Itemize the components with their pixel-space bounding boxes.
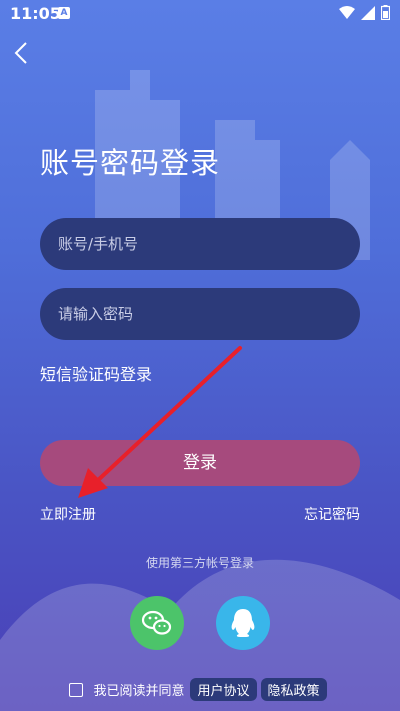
third-party-label: 使用第三方帐号登录 (145, 556, 254, 570)
qq-icon (231, 609, 255, 637)
battery-icon (381, 5, 390, 20)
signal-icon (361, 5, 375, 20)
sms-login-link[interactable]: 短信验证码登录 (40, 361, 152, 385)
status-bar: 11:05 A (0, 0, 400, 28)
login-button[interactable]: 登录 (40, 440, 360, 486)
wechat-icon (141, 610, 172, 635)
account-input[interactable] (40, 218, 360, 270)
wifi-icon (339, 5, 355, 19)
register-link[interactable]: 立即注册 (40, 504, 96, 524)
page-title: 账号密码登录 (40, 146, 221, 180)
status-time: 11:05 (10, 4, 61, 23)
user-agreement-link[interactable]: 用户协议 (190, 678, 257, 701)
back-button[interactable] (10, 40, 36, 66)
chevron-left-icon (14, 42, 27, 64)
agreement-row: 我已阅读并同意 用户协议 隐私政策 (0, 678, 400, 701)
notification-a-icon: A (58, 7, 70, 19)
privacy-policy-link[interactable]: 隐私政策 (260, 678, 327, 701)
wechat-login-button[interactable] (130, 596, 184, 650)
agree-checkbox[interactable] (69, 682, 84, 697)
qq-login-button[interactable] (216, 596, 270, 650)
agree-text: 我已阅读并同意 (93, 684, 185, 699)
forgot-password-link[interactable]: 忘记密码 (304, 504, 360, 524)
password-input[interactable] (40, 288, 360, 340)
status-icons (339, 5, 390, 20)
